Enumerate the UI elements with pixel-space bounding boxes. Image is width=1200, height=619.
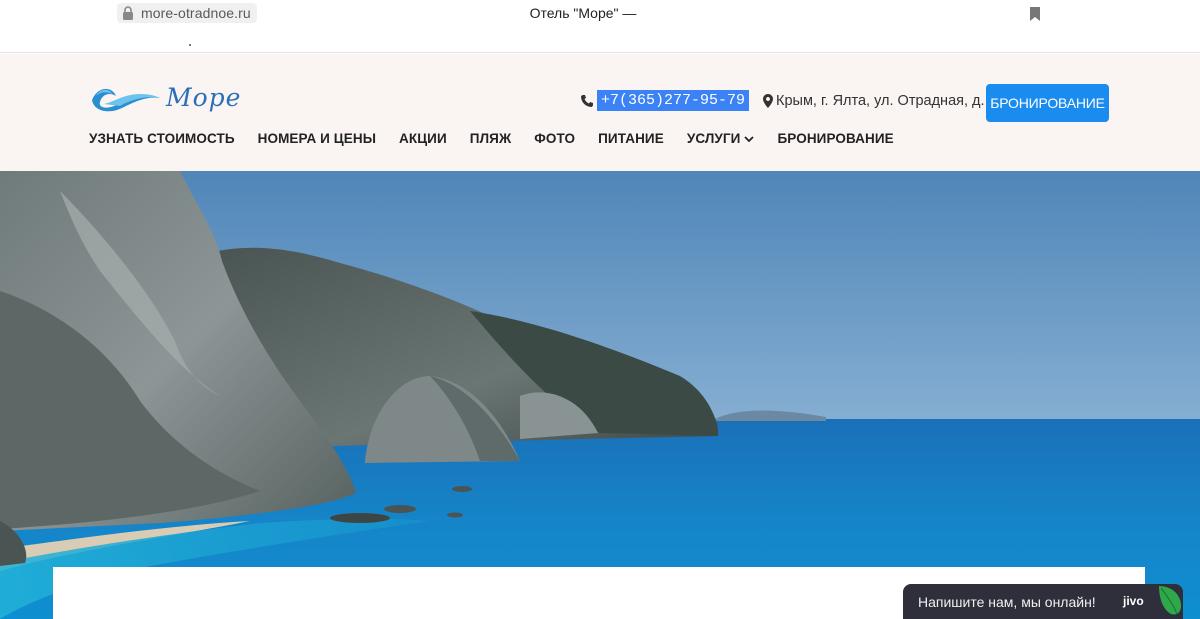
hero-image — [0, 171, 1200, 619]
site-header: Море +7(365)277-95-79 Крым, г. Ялта, ул.… — [0, 54, 1200, 171]
booking-button[interactable]: БРОНИРОВАНИЕ — [986, 84, 1109, 122]
sea-cliffs-illustration — [0, 171, 1200, 619]
nav-item-food[interactable]: ПИТАНИЕ — [598, 131, 664, 146]
leaf-icon — [1159, 586, 1181, 615]
address-text: Крым, г. Ялта, ул. Отрадная, д. 28 — [776, 92, 1005, 109]
nav-item-booking[interactable]: БРОНИРОВАНИЕ — [777, 131, 893, 146]
tab-title-text: Отель "Море" — — [529, 5, 637, 21]
phone-icon — [581, 94, 593, 107]
divider-dot — [189, 44, 191, 46]
nav-item-services-label: УСЛУГИ — [686, 131, 741, 146]
main-nav: УЗНАТЬ СТОИМОСТЬ НОМЕРА И ЦЕНЫ АКЦИИ ПЛЯ… — [89, 131, 917, 146]
logo-text: Море — [166, 82, 242, 112]
map-pin-icon — [763, 93, 774, 108]
nav-item-photo[interactable]: ФОТО — [534, 131, 575, 146]
page-tab-title: Отель "Море" — — [0, 5, 1200, 21]
chat-widget[interactable]: Напишите нам, мы онлайн! jivo — [903, 584, 1183, 619]
jivo-logo: jivo — [1123, 594, 1144, 608]
nav-item-services[interactable]: УСЛУГИ — [687, 131, 755, 146]
browser-bar: more-otradnoe.ru Отель "Море" — — [0, 0, 1200, 53]
nav-item-beach[interactable]: ПЛЯЖ — [470, 131, 511, 146]
phone-link[interactable]: +7(365)277-95-79 — [597, 90, 750, 111]
chevron-down-icon — [744, 135, 755, 142]
wave-logo-icon — [92, 88, 160, 112]
nav-item-price[interactable]: УЗНАТЬ СТОИМОСТЬ — [89, 131, 235, 146]
chat-prompt[interactable]: Напишите нам, мы онлайн! — [918, 594, 1096, 610]
logo[interactable]: Море — [90, 80, 241, 114]
nav-item-rooms[interactable]: НОМЕРА И ЦЕНЫ — [258, 131, 376, 146]
nav-item-promos[interactable]: АКЦИИ — [399, 131, 447, 146]
contact-info: +7(365)277-95-79 Крым, г. Ялта, ул. Отра… — [580, 90, 1005, 111]
bookmark-icon[interactable] — [1030, 7, 1040, 21]
